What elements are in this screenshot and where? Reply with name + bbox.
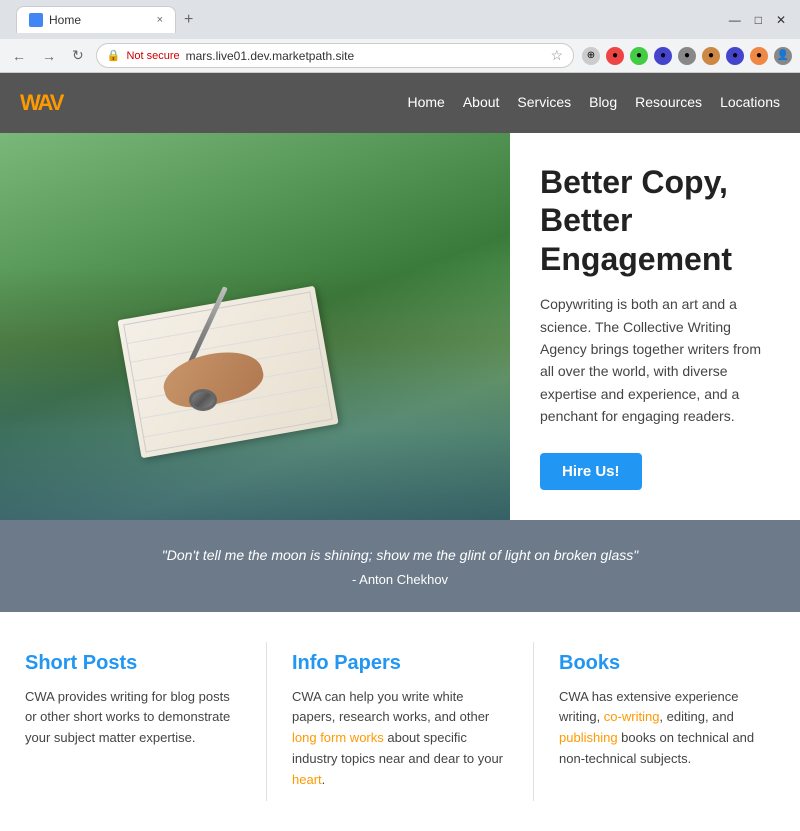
tab-close-button[interactable]: × <box>157 14 163 26</box>
toolbar-icon-7[interactable]: ● <box>726 47 744 65</box>
hero-image <box>0 133 510 520</box>
nav-item-about[interactable]: About <box>463 94 500 112</box>
highlight-long-form: long form works <box>292 730 384 745</box>
tab-favicon <box>29 13 43 27</box>
window-maximize-button[interactable]: □ <box>749 11 768 29</box>
toolbar-icon-5[interactable]: ● <box>678 47 696 65</box>
browser-addressbar: ← → ↻ 🔒 Not secure mars.live01.dev.marke… <box>0 39 800 72</box>
browser-chrome: Home × + — □ ✕ ← → ↻ 🔒 Not secure mars.l… <box>0 0 800 73</box>
nav-item-home[interactable]: Home <box>407 94 444 112</box>
site-logo: WAV <box>20 90 62 116</box>
tab-bar: Home × + <box>8 6 209 33</box>
card-title-info-papers: Info Papers <box>292 652 508 675</box>
quote-author: - Anton Chekhov <box>30 572 770 587</box>
highlight-cowriting: co-writing <box>604 709 660 724</box>
hero-content: Better Copy, Better Engagement Copywriti… <box>510 133 800 520</box>
site-nav: WAV Home About Services Blog Resources L… <box>0 73 800 133</box>
card-books: Books CWA has extensive experience writi… <box>554 642 780 801</box>
back-button[interactable]: ← <box>8 46 30 66</box>
site-nav-links: Home About Services Blog Resources Locat… <box>407 94 780 112</box>
nav-item-blog[interactable]: Blog <box>589 94 617 112</box>
hero-description: Copywriting is both an art and a science… <box>540 293 770 427</box>
card-text-books: CWA has extensive experience writing, co… <box>559 687 775 770</box>
quote-text: "Don't tell me the moon is shining; show… <box>30 545 770 566</box>
card-text-info-papers: CWA can help you write white papers, res… <box>292 687 508 791</box>
bracelet <box>189 389 217 411</box>
card-divider-2 <box>533 642 534 801</box>
star-icon[interactable]: ☆ <box>550 47 563 64</box>
highlight-heart: heart <box>292 772 322 787</box>
card-divider-1 <box>266 642 267 801</box>
card-title-books: Books <box>559 652 775 675</box>
toolbar-icons: ⊕ ● ● ● ● ● ● ● 👤 <box>582 47 792 65</box>
address-bar[interactable]: 🔒 Not secure mars.live01.dev.marketpath.… <box>96 43 574 68</box>
cards-section: Short Posts CWA provides writing for blo… <box>0 612 800 831</box>
new-tab-button[interactable]: + <box>176 7 201 33</box>
security-label: Not secure <box>126 50 179 62</box>
card-text-short-posts: CWA provides writing for blog posts or o… <box>25 687 241 749</box>
profile-icon[interactable]: 👤 <box>774 47 792 65</box>
nav-item-locations[interactable]: Locations <box>720 94 780 112</box>
browser-tab-home[interactable]: Home × <box>16 6 176 33</box>
toolbar-icon-3[interactable]: ● <box>630 47 648 65</box>
nav-link-services[interactable]: Services <box>517 94 571 110</box>
quote-banner: "Don't tell me the moon is shining; show… <box>0 520 800 612</box>
card-short-posts: Short Posts CWA provides writing for blo… <box>20 642 246 801</box>
nav-link-resources[interactable]: Resources <box>635 94 702 110</box>
nav-link-blog[interactable]: Blog <box>589 94 617 110</box>
forward-button[interactable]: → <box>38 46 60 66</box>
nav-item-resources[interactable]: Resources <box>635 94 702 112</box>
nav-link-locations[interactable]: Locations <box>720 94 780 110</box>
card-info-papers: Info Papers CWA can help you write white… <box>287 642 513 801</box>
toolbar-icon-2[interactable]: ● <box>606 47 624 65</box>
toolbar-icon-4[interactable]: ● <box>654 47 672 65</box>
nav-link-about[interactable]: About <box>463 94 500 110</box>
hero-title: Better Copy, Better Engagement <box>540 163 770 278</box>
reload-button[interactable]: ↻ <box>68 45 88 66</box>
browser-titlebar: Home × + — □ ✕ <box>0 0 800 39</box>
window-minimize-button[interactable]: — <box>723 11 747 29</box>
window-controls: — □ ✕ <box>723 11 792 29</box>
photo-scene <box>0 133 510 520</box>
nav-item-services[interactable]: Services <box>517 94 571 112</box>
highlight-publishing: publishing <box>559 730 618 745</box>
hero-section: Better Copy, Better Engagement Copywriti… <box>0 133 800 520</box>
toolbar-icon-6[interactable]: ● <box>702 47 720 65</box>
lock-icon: 🔒 <box>107 49 121 62</box>
address-text: mars.live01.dev.marketpath.site <box>186 49 545 63</box>
card-title-short-posts: Short Posts <box>25 652 241 675</box>
toolbar-icon-1[interactable]: ⊕ <box>582 47 600 65</box>
window-close-button[interactable]: ✕ <box>770 11 792 29</box>
hire-us-button[interactable]: Hire Us! <box>540 453 642 490</box>
tab-title: Home <box>49 13 81 27</box>
nav-link-home[interactable]: Home <box>407 94 444 110</box>
toolbar-icon-8[interactable]: ● <box>750 47 768 65</box>
